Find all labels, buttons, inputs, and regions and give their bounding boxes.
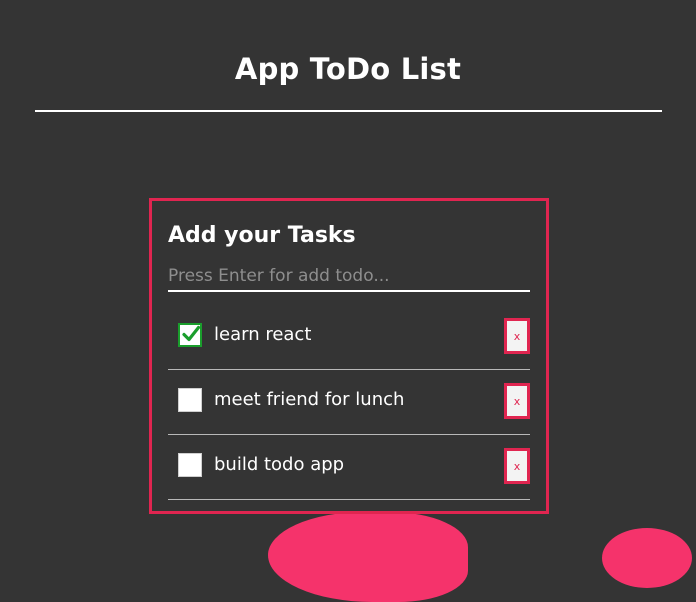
todo-text: meet friend for lunch [214, 389, 405, 410]
delete-todo-button[interactable]: x [504, 383, 530, 419]
todo-item: learn react x [168, 305, 530, 370]
todo-list: learn react x meet friend for lunch x bu… [168, 305, 530, 500]
page-title: App ToDo List [234, 52, 462, 86]
todo-checkbox[interactable] [178, 388, 202, 412]
title-divider [35, 110, 662, 112]
add-todo-input[interactable] [168, 262, 530, 292]
delete-todo-button[interactable]: x [504, 318, 530, 354]
todo-item: meet friend for lunch x [168, 370, 530, 435]
todo-checkbox[interactable] [178, 453, 202, 477]
decorative-blob [602, 528, 692, 588]
todo-checkbox[interactable] [178, 323, 202, 347]
delete-todo-button[interactable]: x [504, 448, 530, 484]
todo-item: build todo app x [168, 435, 530, 500]
checkmark-icon [182, 325, 201, 342]
card-heading: Add your Tasks [168, 223, 356, 248]
todo-text: build todo app [214, 454, 345, 475]
decorative-blob [268, 512, 468, 602]
todo-text: learn react [214, 324, 312, 345]
todo-card: Add your Tasks learn react x meet friend… [149, 198, 549, 514]
